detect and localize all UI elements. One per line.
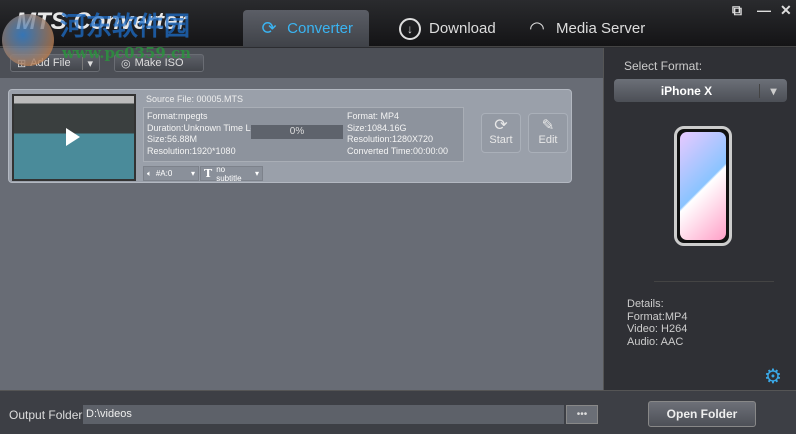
chevron-down-icon: ▾ bbox=[254, 169, 259, 178]
format-panel: Select Format: iPhone X ▾ Details: Format:… bbox=[603, 48, 796, 390]
refresh-icon: ⟳ bbox=[494, 117, 508, 134]
watermark: 河东软件园 bbox=[60, 11, 191, 41]
gear-icon[interactable]: ⚙ bbox=[764, 364, 782, 389]
file-info: Format:mpegts Duration:Unknown Time Le Siz… bbox=[143, 107, 464, 162]
tab-media-server[interactable]: ◠ Media Server bbox=[510, 10, 661, 47]
select-format-label: Select Format: bbox=[624, 59, 703, 73]
output-folder-label: Output Folder: bbox=[9, 408, 86, 422]
tab-download[interactable]: ↓ Download bbox=[383, 10, 512, 47]
format-details: Details: Format:MP4 Video: H264 Audio: AAC bbox=[627, 298, 688, 348]
chevron-down-icon: ▾ bbox=[190, 169, 195, 178]
progress-bar: 0% bbox=[251, 125, 343, 139]
bottom-bar: Output Folder: D:\videos ••• Open Folder bbox=[0, 390, 796, 434]
output-size: Size:1084.16G bbox=[347, 122, 407, 133]
file-item[interactable]: Source File: 00005.MTS Format:mpegts Dura… bbox=[8, 89, 572, 183]
source-file: Source File: 00005.MTS bbox=[146, 94, 244, 104]
input-size: Size:56.88M bbox=[147, 134, 198, 144]
input-resolution: Resolution:1920*1080 bbox=[147, 145, 236, 156]
output-format: Format: MP4 bbox=[347, 111, 400, 121]
play-icon[interactable] bbox=[66, 128, 80, 146]
popout-icon[interactable]: ⧉ bbox=[732, 2, 742, 19]
text-icon: T bbox=[204, 167, 213, 180]
device-image bbox=[674, 126, 732, 246]
video-thumbnail[interactable] bbox=[12, 94, 136, 181]
format-select[interactable]: iPhone X ▾ bbox=[614, 79, 787, 102]
output-folder-input[interactable]: D:\videos bbox=[83, 405, 564, 424]
edit-button[interactable]: ✎ Edit bbox=[528, 113, 568, 153]
download-icon: ↓ bbox=[399, 17, 421, 40]
converted-time: Converted Time:00:00:00 bbox=[347, 145, 449, 156]
input-format: Format:mpegts bbox=[147, 111, 208, 121]
chevron-down-icon[interactable]: ▾ bbox=[759, 83, 787, 98]
minimize-button[interactable]: — bbox=[757, 2, 771, 18]
input-duration: Duration:Unknown Time Le bbox=[147, 122, 251, 133]
speaker-icon: 🔈︎ bbox=[147, 168, 152, 178]
refresh-icon: ⟳ bbox=[261, 18, 277, 38]
audio-track-select[interactable]: 🔈︎ #A:0 ▾ bbox=[143, 166, 199, 181]
start-button[interactable]: ⟳ Start bbox=[481, 113, 521, 153]
watermark-logo bbox=[2, 14, 54, 66]
wifi-icon: ◠ bbox=[529, 18, 545, 38]
watermark-url: www.pc0359.cn bbox=[62, 44, 192, 62]
subtitle-select[interactable]: Tno subtitle ▾ bbox=[200, 165, 263, 183]
title-bar: MTS Converter 河东软件园 ⟳ Converter ↓ Download… bbox=[0, 0, 796, 66]
browse-button[interactable]: ••• bbox=[566, 405, 598, 424]
file-list: Source File: 00005.MTS Format:mpegts Dura… bbox=[0, 78, 603, 390]
close-button[interactable]: ✕ bbox=[780, 2, 792, 19]
divider bbox=[654, 281, 774, 282]
open-folder-button[interactable]: Open Folder bbox=[648, 401, 756, 427]
output-resolution: Resolution:1280X720 bbox=[347, 134, 434, 144]
edit-icon: ✎ bbox=[541, 117, 555, 134]
tab-converter[interactable]: ⟳ Converter bbox=[243, 10, 369, 47]
